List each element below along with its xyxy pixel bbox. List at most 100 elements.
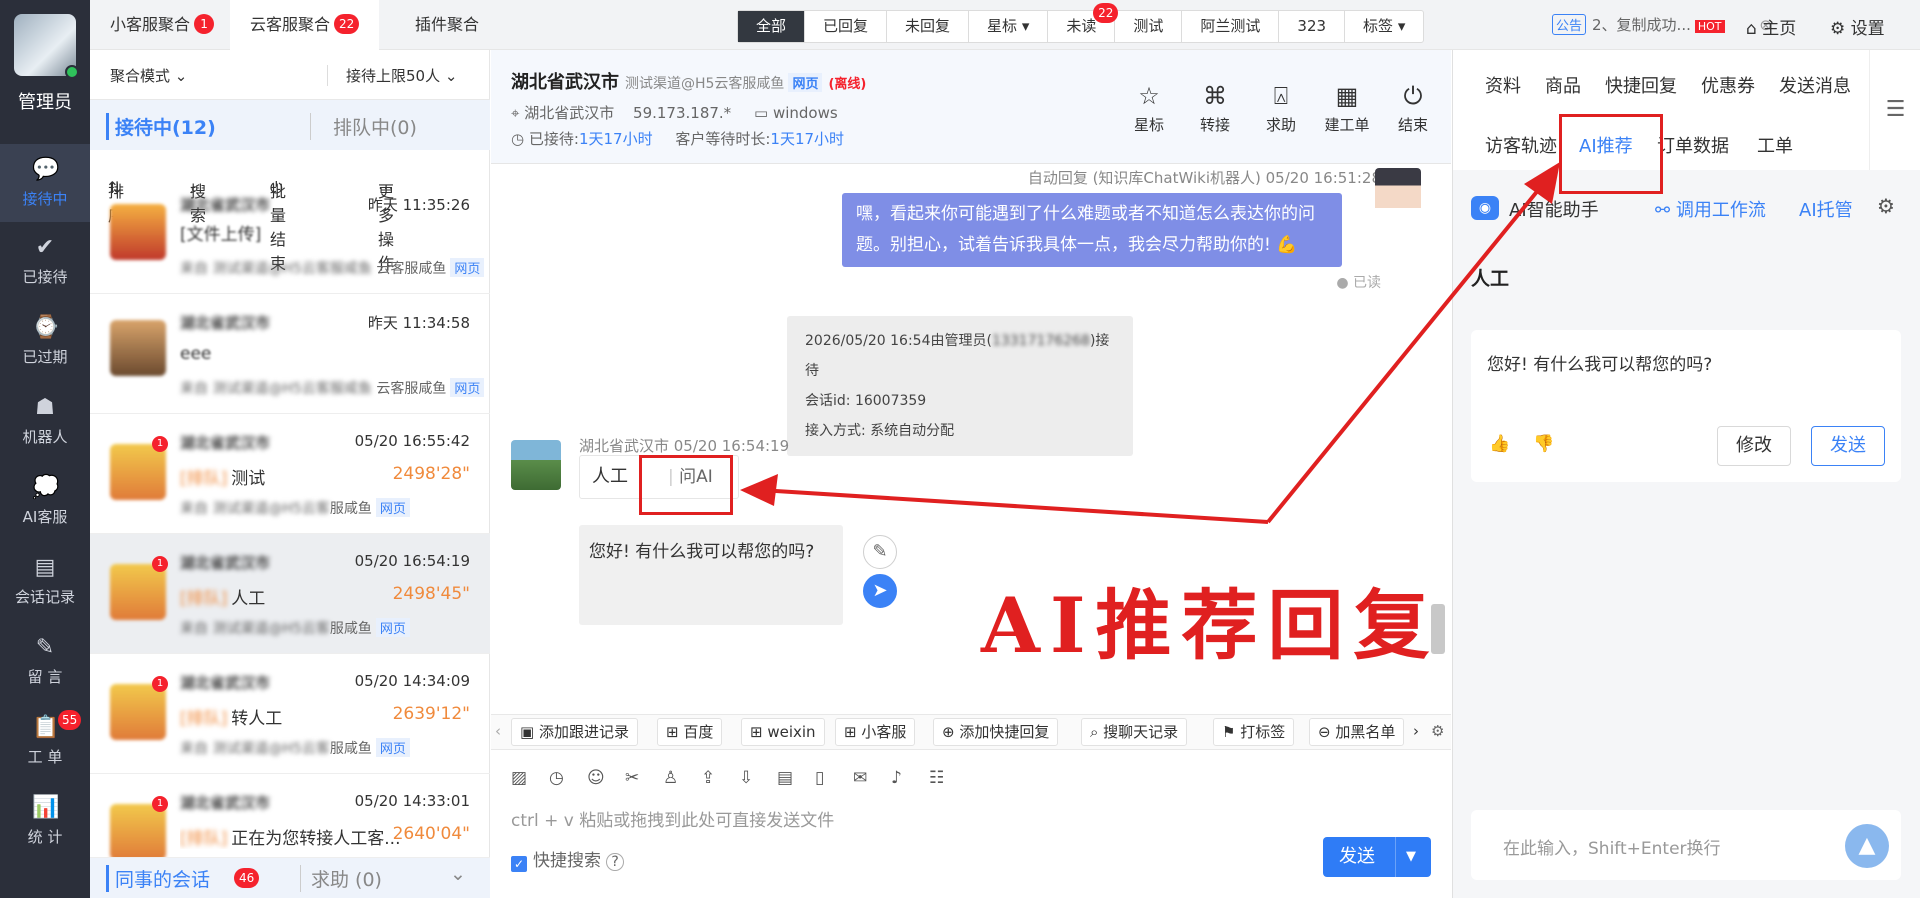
tab-quick-reply[interactable]: 快捷回复: [1605, 72, 1677, 98]
clipboard-icon[interactable]: ▤: [777, 768, 815, 788]
filter-alan-test[interactable]: 阿兰测试: [1182, 11, 1280, 42]
user-avatar[interactable]: [14, 14, 79, 79]
ai-input[interactable]: 在此输入，Shift+Enter换行 ▲: [1471, 810, 1901, 880]
star-button[interactable]: ☆ 星标: [1119, 82, 1179, 135]
edit-button[interactable]: 修改: [1717, 426, 1791, 466]
tab-queue[interactable]: 排队中(0): [310, 113, 417, 140]
chevron-right-icon[interactable]: ›: [1413, 722, 1419, 740]
filter-unread[interactable]: 未读 22: [1048, 3, 1119, 42]
session-item[interactable]: 湖北省武汉市 昨天 11:35:26 [文件上传] 来自 测试渠道@H5云客服咸…: [90, 194, 490, 294]
emoji-icon[interactable]: ☺: [587, 768, 625, 788]
create-ticket-button[interactable]: ▦ 建工单: [1317, 82, 1377, 135]
chevron-down-icon[interactable]: ⌄: [450, 863, 466, 885]
form-icon[interactable]: ☷: [929, 768, 967, 788]
thumbs-down-icon[interactable]: 👎: [1533, 434, 1554, 454]
nav-stats[interactable]: 📊 统 计: [0, 782, 90, 860]
image-icon[interactable]: ▨: [511, 768, 549, 788]
wait-time: 2498'28": [392, 464, 470, 484]
tab-send-message[interactable]: 发送消息: [1779, 72, 1851, 98]
nav-serving[interactable]: 💬 接待中: [0, 144, 90, 222]
upload-icon[interactable]: ⇪: [701, 768, 739, 788]
panel-settings-icon[interactable]: ☰: [1869, 50, 1920, 170]
help-button[interactable]: ⍓ 求助: [1251, 82, 1311, 135]
send-icon[interactable]: ➤: [863, 574, 897, 608]
session-item[interactable]: 1 湖北省武汉市 05/20 14:33:01 [排队] 正在为您转接人工客...…: [90, 774, 490, 858]
session-item[interactable]: 湖北省武汉市 昨天 11:34:58 eee 来自 测试渠道@H5云客服咸鱼 云…: [90, 294, 490, 414]
mic-icon[interactable]: ♪: [891, 768, 929, 788]
nav-messages[interactable]: ✎ 留 言: [0, 622, 90, 700]
chevron-left-icon[interactable]: ‹: [495, 722, 501, 740]
home-button[interactable]: ⌂ 主页: [1746, 14, 1796, 39]
end-button[interactable]: ⏻ 结束: [1383, 82, 1443, 135]
workflow-button[interactable]: ⚯ 调用工作流: [1655, 196, 1766, 222]
tab-visitor-track[interactable]: 访客轨迹: [1485, 132, 1557, 158]
nav-ai-service[interactable]: 💭 AI客服: [0, 462, 90, 540]
blacklist-button[interactable]: ⊖ 加黑名单: [1309, 718, 1405, 746]
limit-select[interactable]: 接待上限50人 ⌄: [327, 65, 457, 86]
tab-coupons[interactable]: 优惠券: [1701, 72, 1755, 98]
scissors-icon[interactable]: ✂: [625, 768, 663, 788]
gear-icon[interactable]: ⚙: [1431, 722, 1444, 740]
announcement[interactable]: 公告 2、复制成功... HOT ⊗: [1552, 14, 1772, 35]
send-answer-button[interactable]: 发送: [1811, 426, 1885, 466]
send-icon[interactable]: ▲: [1845, 824, 1889, 868]
tab-cloud-service[interactable]: 云客服聚合 22: [230, 0, 380, 50]
filter-tags[interactable]: 标签 ▾: [1345, 11, 1423, 42]
tab-tickets[interactable]: 工单: [1757, 132, 1793, 158]
nav-served[interactable]: ✔ 已接待: [0, 222, 90, 300]
suggested-reply[interactable]: 您好! 有什么我可以帮您的吗?: [579, 525, 843, 625]
tab-mini-service[interactable]: 小客服聚合 1: [90, 0, 234, 50]
add-quick-reply-button[interactable]: ⊕ 添加快捷回复: [933, 718, 1059, 746]
history-icon[interactable]: ◷: [549, 768, 587, 788]
help-tab[interactable]: 求助 (0): [300, 865, 382, 892]
unread-dot: 1: [152, 556, 168, 572]
mode-select[interactable]: 聚合模式 ⌄: [110, 65, 187, 86]
mail-icon[interactable]: ✉: [853, 768, 891, 788]
nav-robot[interactable]: ☗ 机器人: [0, 382, 90, 460]
announcement-tag: 公告: [1552, 14, 1587, 35]
weixin-button[interactable]: ⊞ weixin: [741, 718, 825, 746]
edit-icon[interactable]: ✎: [863, 535, 897, 569]
queue-tabs: 接待中(12) 排队中(0): [90, 100, 490, 150]
tab-serving[interactable]: 接待中(12): [106, 113, 216, 140]
quick-search-toggle[interactable]: ✓ 快捷搜索 ?: [511, 846, 624, 872]
right-tabs: 资料 商品 快捷回复 优惠券 发送消息 访客轨迹 AI推荐 订单数据 工单: [1453, 50, 1869, 194]
tab-products[interactable]: 商品: [1545, 72, 1581, 98]
search-history-button[interactable]: ⌕ 搜聊天记录: [1081, 718, 1188, 746]
filter-replied[interactable]: 已回复: [805, 11, 888, 42]
colleague-sessions-bar[interactable]: 同事的会话 46 求助 (0) ⌄: [90, 858, 490, 898]
file-icon[interactable]: ▯: [815, 768, 853, 788]
filter-starred[interactable]: 星标 ▾: [969, 11, 1049, 42]
message-input[interactable]: ctrl + v 粘贴或拖拽到此处可直接发送文件: [511, 806, 834, 831]
scrollbar[interactable]: [1431, 604, 1445, 654]
nav-expired[interactable]: ⌚ 已过期: [0, 302, 90, 380]
nav-chat-records[interactable]: ▤ 会话记录: [0, 542, 90, 620]
mini-service-button[interactable]: ⊞ 小客服: [835, 718, 916, 746]
clock-icon: ◷: [511, 130, 525, 148]
session-item-selected[interactable]: 1 湖北省武汉市 05/20 16:54:19 [排队] 人工 2498'45" …: [90, 534, 490, 654]
tab-plugin[interactable]: 插件聚合: [395, 0, 499, 50]
session-item[interactable]: 1 湖北省武汉市 05/20 16:55:42 [排队] 测试 2498'28" …: [90, 414, 490, 534]
ai-host-button[interactable]: AI托管: [1799, 196, 1853, 222]
send-button[interactable]: 发送 ▼: [1323, 837, 1431, 877]
filter-unreplied[interactable]: 未回复: [887, 11, 970, 42]
session-avatar: [110, 564, 166, 620]
download-icon[interactable]: ⇩: [739, 768, 777, 788]
stamp-icon[interactable]: ♙: [663, 768, 701, 788]
settings-button[interactable]: ⚙ 设置: [1830, 14, 1885, 39]
add-followup-button[interactable]: ▣ 添加跟进记录: [511, 718, 638, 746]
nav-tickets[interactable]: 📋 工 单 55: [0, 702, 90, 780]
ai-title: AI智能助手: [1509, 200, 1599, 221]
gear-icon[interactable]: ⚙: [1877, 194, 1895, 218]
transfer-button[interactable]: ⌘ 转接: [1185, 82, 1245, 135]
tab-profile[interactable]: 资料: [1485, 72, 1521, 98]
tag-button[interactable]: ⚑ 打标签: [1213, 718, 1295, 746]
filter-all[interactable]: 全部: [738, 11, 806, 42]
baidu-button[interactable]: ⊞ 百度: [657, 718, 723, 746]
filter-323[interactable]: 323: [1279, 11, 1346, 42]
tab-order-data[interactable]: 订单数据: [1657, 132, 1729, 158]
session-item[interactable]: 1 湖北省武汉市 05/20 14:34:09 [排队] 转人工 2639'12"…: [90, 654, 490, 774]
thumbs-up-icon[interactable]: 👍: [1489, 434, 1510, 454]
filter-test[interactable]: 测试: [1115, 11, 1183, 42]
session-source: 来自 测试渠道@H5云客服咸鱼 网页: [180, 498, 410, 518]
